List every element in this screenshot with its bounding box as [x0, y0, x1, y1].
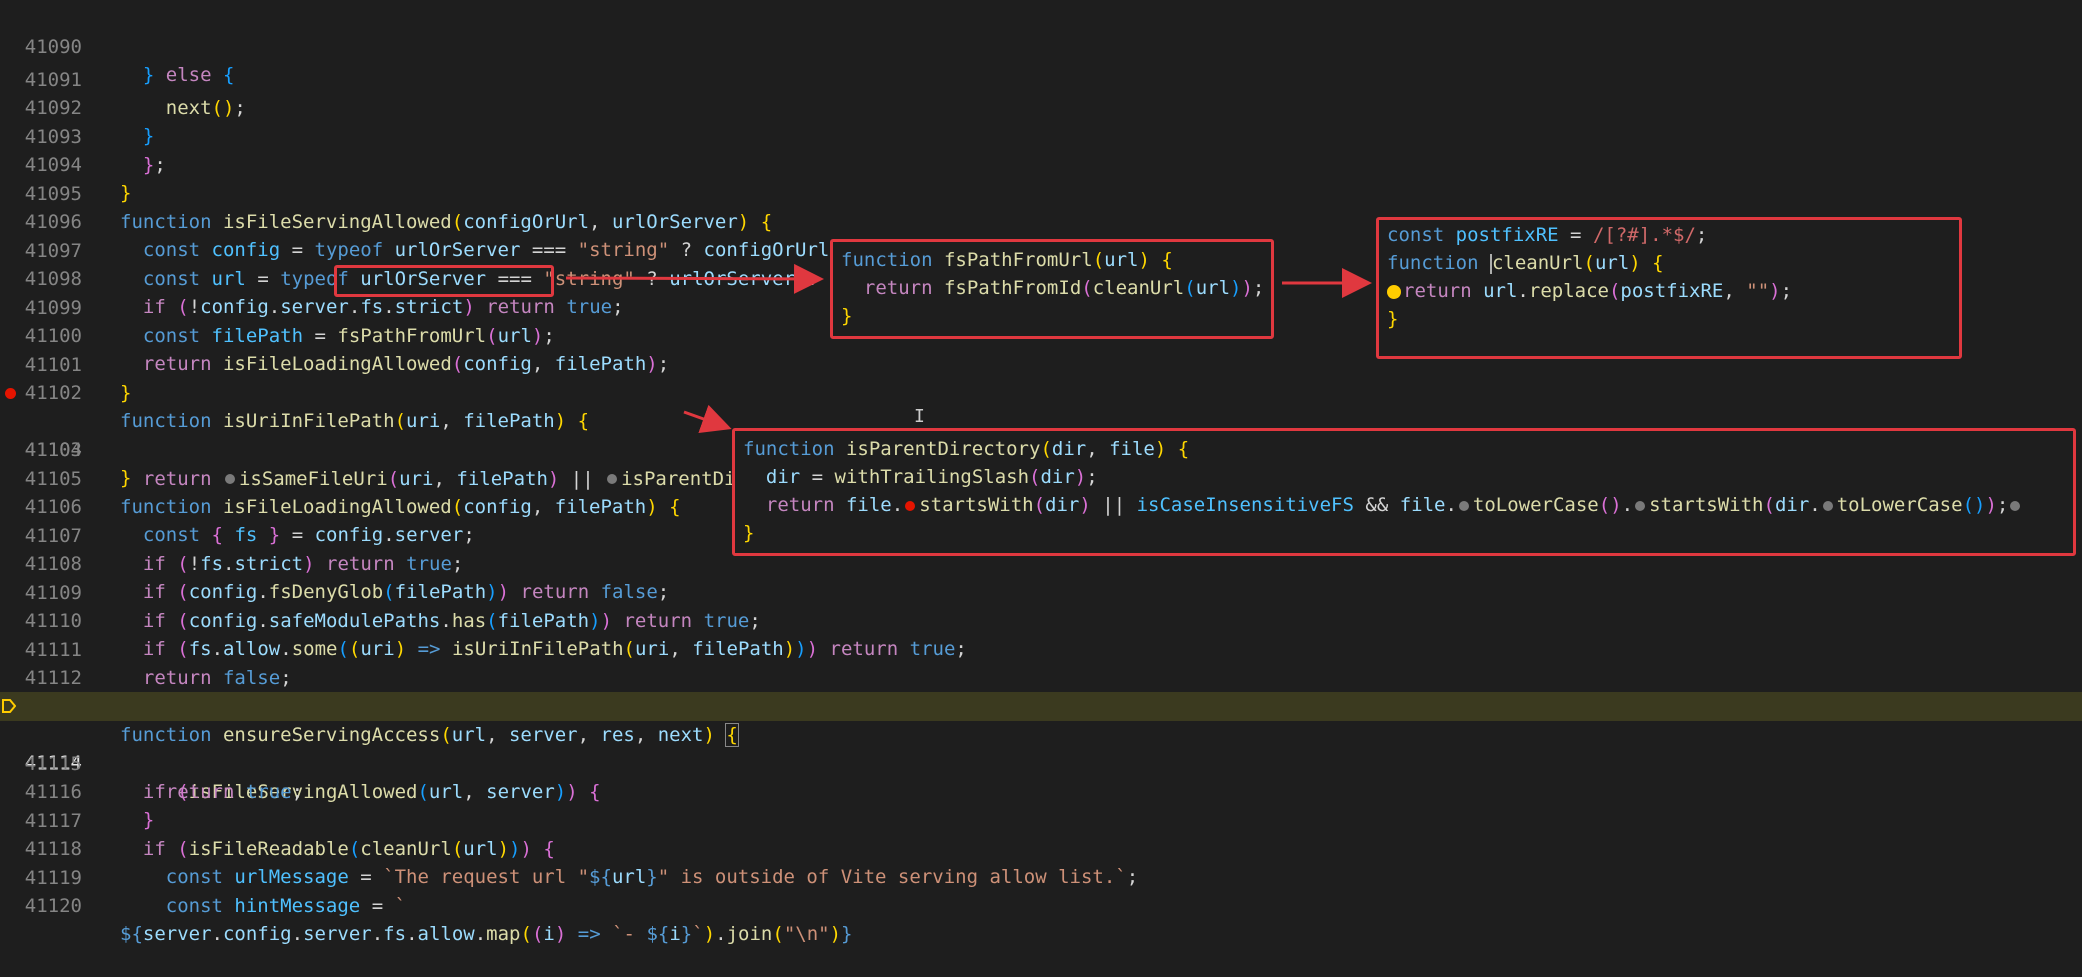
text-cursor-icon: I [914, 406, 925, 427]
arrow-to-is-parent-directory-popup [683, 404, 732, 434]
annotation-arrows [565, 263, 1372, 434]
arrow-to-fs-path-popup [565, 263, 824, 294]
code-text: ${server.config.server.fs.allow.map((i) … [120, 923, 853, 945]
